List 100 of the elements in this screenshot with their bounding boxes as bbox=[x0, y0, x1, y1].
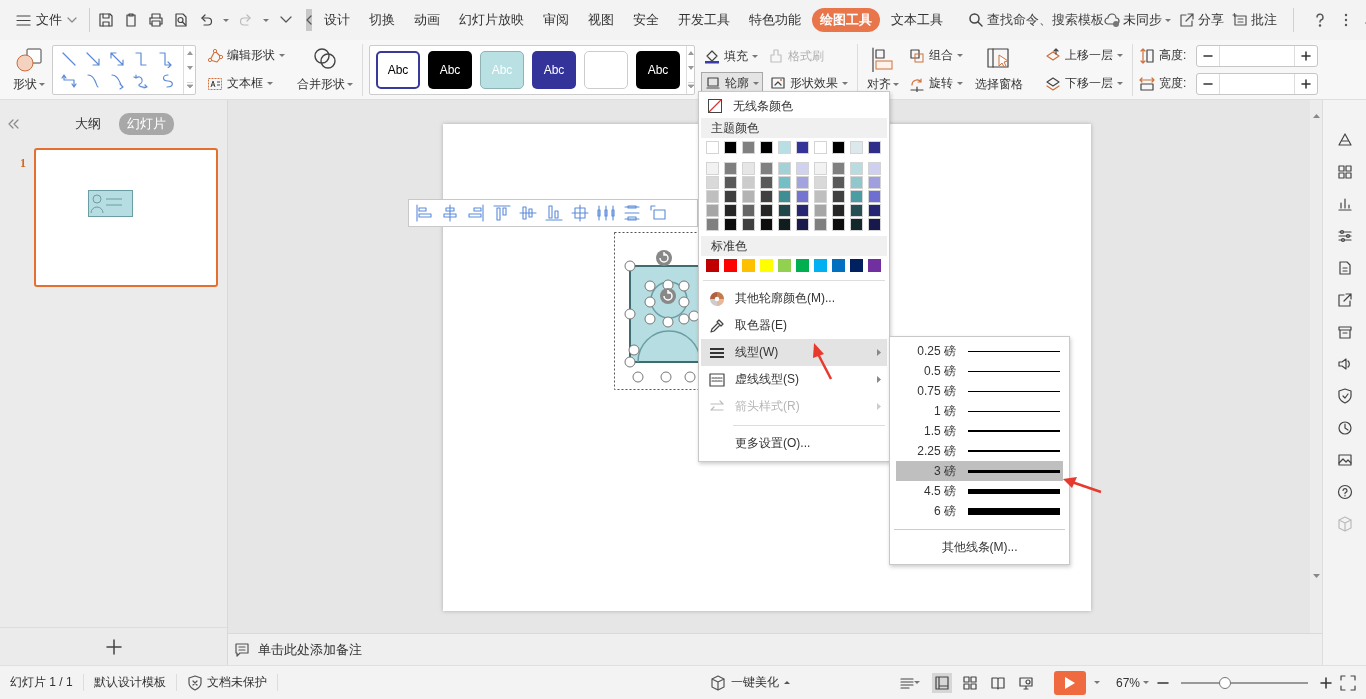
ribbon-tab[interactable]: 切换 bbox=[361, 8, 403, 32]
plus-icon[interactable] bbox=[1300, 77, 1313, 90]
send-backward-button[interactable]: 下移一层 bbox=[1042, 72, 1126, 95]
scroll-up-icon[interactable] bbox=[1312, 114, 1320, 118]
protection-button[interactable]: 文档未保护 bbox=[186, 674, 278, 691]
menu-item[interactable]: 1 磅 bbox=[896, 401, 1063, 421]
distribute-vertical-icon[interactable] bbox=[623, 204, 641, 222]
menu-item[interactable]: 0.5 磅 bbox=[896, 361, 1063, 381]
help-icon[interactable] bbox=[1336, 484, 1353, 500]
toolbar-button[interactable]: 批注 bbox=[1232, 11, 1277, 29]
cube-icon[interactable] bbox=[1336, 516, 1353, 532]
image-icon[interactable] bbox=[1336, 452, 1353, 468]
menu-item[interactable]: 更多设置(O)... bbox=[701, 430, 887, 457]
align-right-icon[interactable] bbox=[467, 204, 485, 222]
scroll-left-button[interactable] bbox=[306, 9, 312, 31]
bar-chart-icon[interactable] bbox=[1336, 196, 1353, 212]
history-icon[interactable] bbox=[1336, 420, 1353, 436]
style-preset[interactable]: Abc bbox=[636, 50, 680, 89]
sliders-icon[interactable] bbox=[1336, 228, 1353, 244]
color-swatch[interactable] bbox=[724, 259, 737, 272]
align-button[interactable]: 对齐 bbox=[864, 44, 902, 95]
center-icon[interactable] bbox=[571, 204, 589, 222]
ribbon-tab[interactable]: 文本工具 bbox=[883, 8, 951, 32]
ribbon-tab[interactable]: 幻灯片放映 bbox=[451, 8, 532, 32]
style-preset[interactable]: Abc bbox=[532, 50, 576, 89]
archive-icon[interactable] bbox=[1336, 324, 1353, 340]
menu-item[interactable]: 3 磅 bbox=[896, 461, 1063, 481]
grid-icon[interactable] bbox=[1336, 164, 1353, 180]
menu-item[interactable]: 2.25 磅 bbox=[896, 441, 1063, 461]
color-swatch[interactable] bbox=[706, 259, 719, 272]
color-swatch[interactable] bbox=[796, 259, 809, 272]
play-button[interactable] bbox=[1053, 670, 1086, 695]
outline-button[interactable]: 轮廓 bbox=[701, 72, 763, 94]
slide-thumbnail[interactable] bbox=[34, 148, 218, 287]
save-icon[interactable] bbox=[98, 12, 114, 28]
fit-window-icon[interactable] bbox=[1340, 674, 1356, 691]
menu-item[interactable]: 0.75 磅 bbox=[896, 381, 1063, 401]
shapes-icon[interactable] bbox=[1336, 132, 1353, 148]
resize-icon[interactable] bbox=[649, 204, 667, 222]
toolbar-button[interactable]: 未同步 bbox=[1104, 11, 1171, 29]
merge-shapes-button[interactable]: 合并形状 bbox=[294, 44, 356, 95]
ribbon-tab[interactable]: 特色功能 bbox=[741, 8, 809, 32]
number-field[interactable] bbox=[1196, 44, 1319, 67]
align-middle-icon[interactable] bbox=[519, 204, 537, 222]
color-swatch[interactable] bbox=[850, 259, 863, 272]
plus-icon[interactable] bbox=[1300, 49, 1313, 62]
style-preset[interactable]: Abc bbox=[428, 50, 472, 89]
print-preview-icon[interactable] bbox=[173, 12, 189, 28]
text-box-button[interactable]: 文本框 bbox=[204, 72, 288, 95]
shape-effects-button[interactable]: 形状效果 bbox=[767, 72, 851, 94]
color-swatch[interactable] bbox=[778, 259, 791, 272]
style-preset[interactable] bbox=[584, 50, 628, 89]
selection-pane-button[interactable]: 选择窗格 bbox=[972, 44, 1026, 95]
zoom-level-button[interactable]: 67% bbox=[1115, 675, 1149, 690]
toolbar-button[interactable]: 分享 bbox=[1179, 11, 1224, 29]
search-button[interactable]: 查找命令、搜索模板 bbox=[968, 11, 1104, 29]
beautify-button[interactable]: 一键美化 bbox=[710, 674, 790, 691]
plus-icon[interactable] bbox=[1320, 676, 1332, 689]
group-button[interactable]: 组合 bbox=[906, 44, 966, 67]
ribbon-tab[interactable]: 审阅 bbox=[535, 8, 577, 32]
panel-tab[interactable]: 大纲 bbox=[67, 113, 109, 135]
scroll-down-icon[interactable] bbox=[687, 66, 694, 71]
collapse-panel-icon[interactable] bbox=[8, 119, 19, 129]
notes-field[interactable]: 单击此处添加备注 bbox=[258, 642, 558, 657]
align-left-icon[interactable] bbox=[415, 204, 433, 222]
template-name[interactable]: 默认设计模板 bbox=[93, 674, 177, 691]
ribbon-tab[interactable]: 安全 bbox=[625, 8, 667, 32]
expand-icon[interactable] bbox=[186, 81, 193, 88]
menu-item[interactable]: 其他线条(M)... bbox=[894, 529, 1065, 558]
ribbon-tab[interactable]: 动画 bbox=[406, 8, 448, 32]
shape-button[interactable]: 形状 bbox=[10, 44, 48, 95]
menu-item[interactable]: 取色器(E) bbox=[701, 312, 887, 339]
no-color-item[interactable]: 无线条颜色 bbox=[699, 94, 889, 118]
ribbon-tab[interactable]: 开发工具 bbox=[670, 8, 738, 32]
document-icon[interactable] bbox=[1336, 260, 1353, 276]
share-icon[interactable] bbox=[1336, 292, 1353, 308]
style-preset[interactable]: Abc bbox=[376, 50, 420, 89]
scroll-down-icon[interactable] bbox=[186, 66, 193, 71]
normal-view-button[interactable] bbox=[931, 672, 952, 693]
expand-icon[interactable] bbox=[687, 81, 694, 88]
number-field[interactable] bbox=[1196, 72, 1319, 95]
double-arrow-icon[interactable] bbox=[108, 49, 126, 68]
file-menu-button[interactable]: 文件 bbox=[12, 6, 81, 34]
fill-button[interactable]: 填充 bbox=[701, 45, 761, 67]
menu-item[interactable]: 虚线线型(S) bbox=[701, 366, 887, 393]
shield-icon[interactable] bbox=[1336, 388, 1353, 404]
align-bottom-icon[interactable] bbox=[545, 204, 563, 222]
menu-item[interactable]: 4.5 磅 bbox=[896, 481, 1063, 501]
scroll-down-icon[interactable] bbox=[1312, 574, 1320, 578]
align-center-icon[interactable] bbox=[441, 204, 459, 222]
speaker-icon[interactable] bbox=[1336, 356, 1353, 372]
color-swatch[interactable] bbox=[832, 259, 845, 272]
edit-shape-button[interactable]: 编辑形状 bbox=[204, 44, 288, 67]
print-icon[interactable] bbox=[148, 12, 164, 28]
ribbon-tab[interactable]: 视图 bbox=[580, 8, 622, 32]
menu-item[interactable]: 0.25 磅 bbox=[896, 341, 1063, 361]
scroll-up-icon[interactable] bbox=[687, 51, 694, 56]
ribbon-tab[interactable]: 设计 bbox=[316, 8, 358, 32]
menu-item[interactable]: 线型(W) bbox=[701, 339, 887, 366]
align-top-icon[interactable] bbox=[493, 204, 511, 222]
